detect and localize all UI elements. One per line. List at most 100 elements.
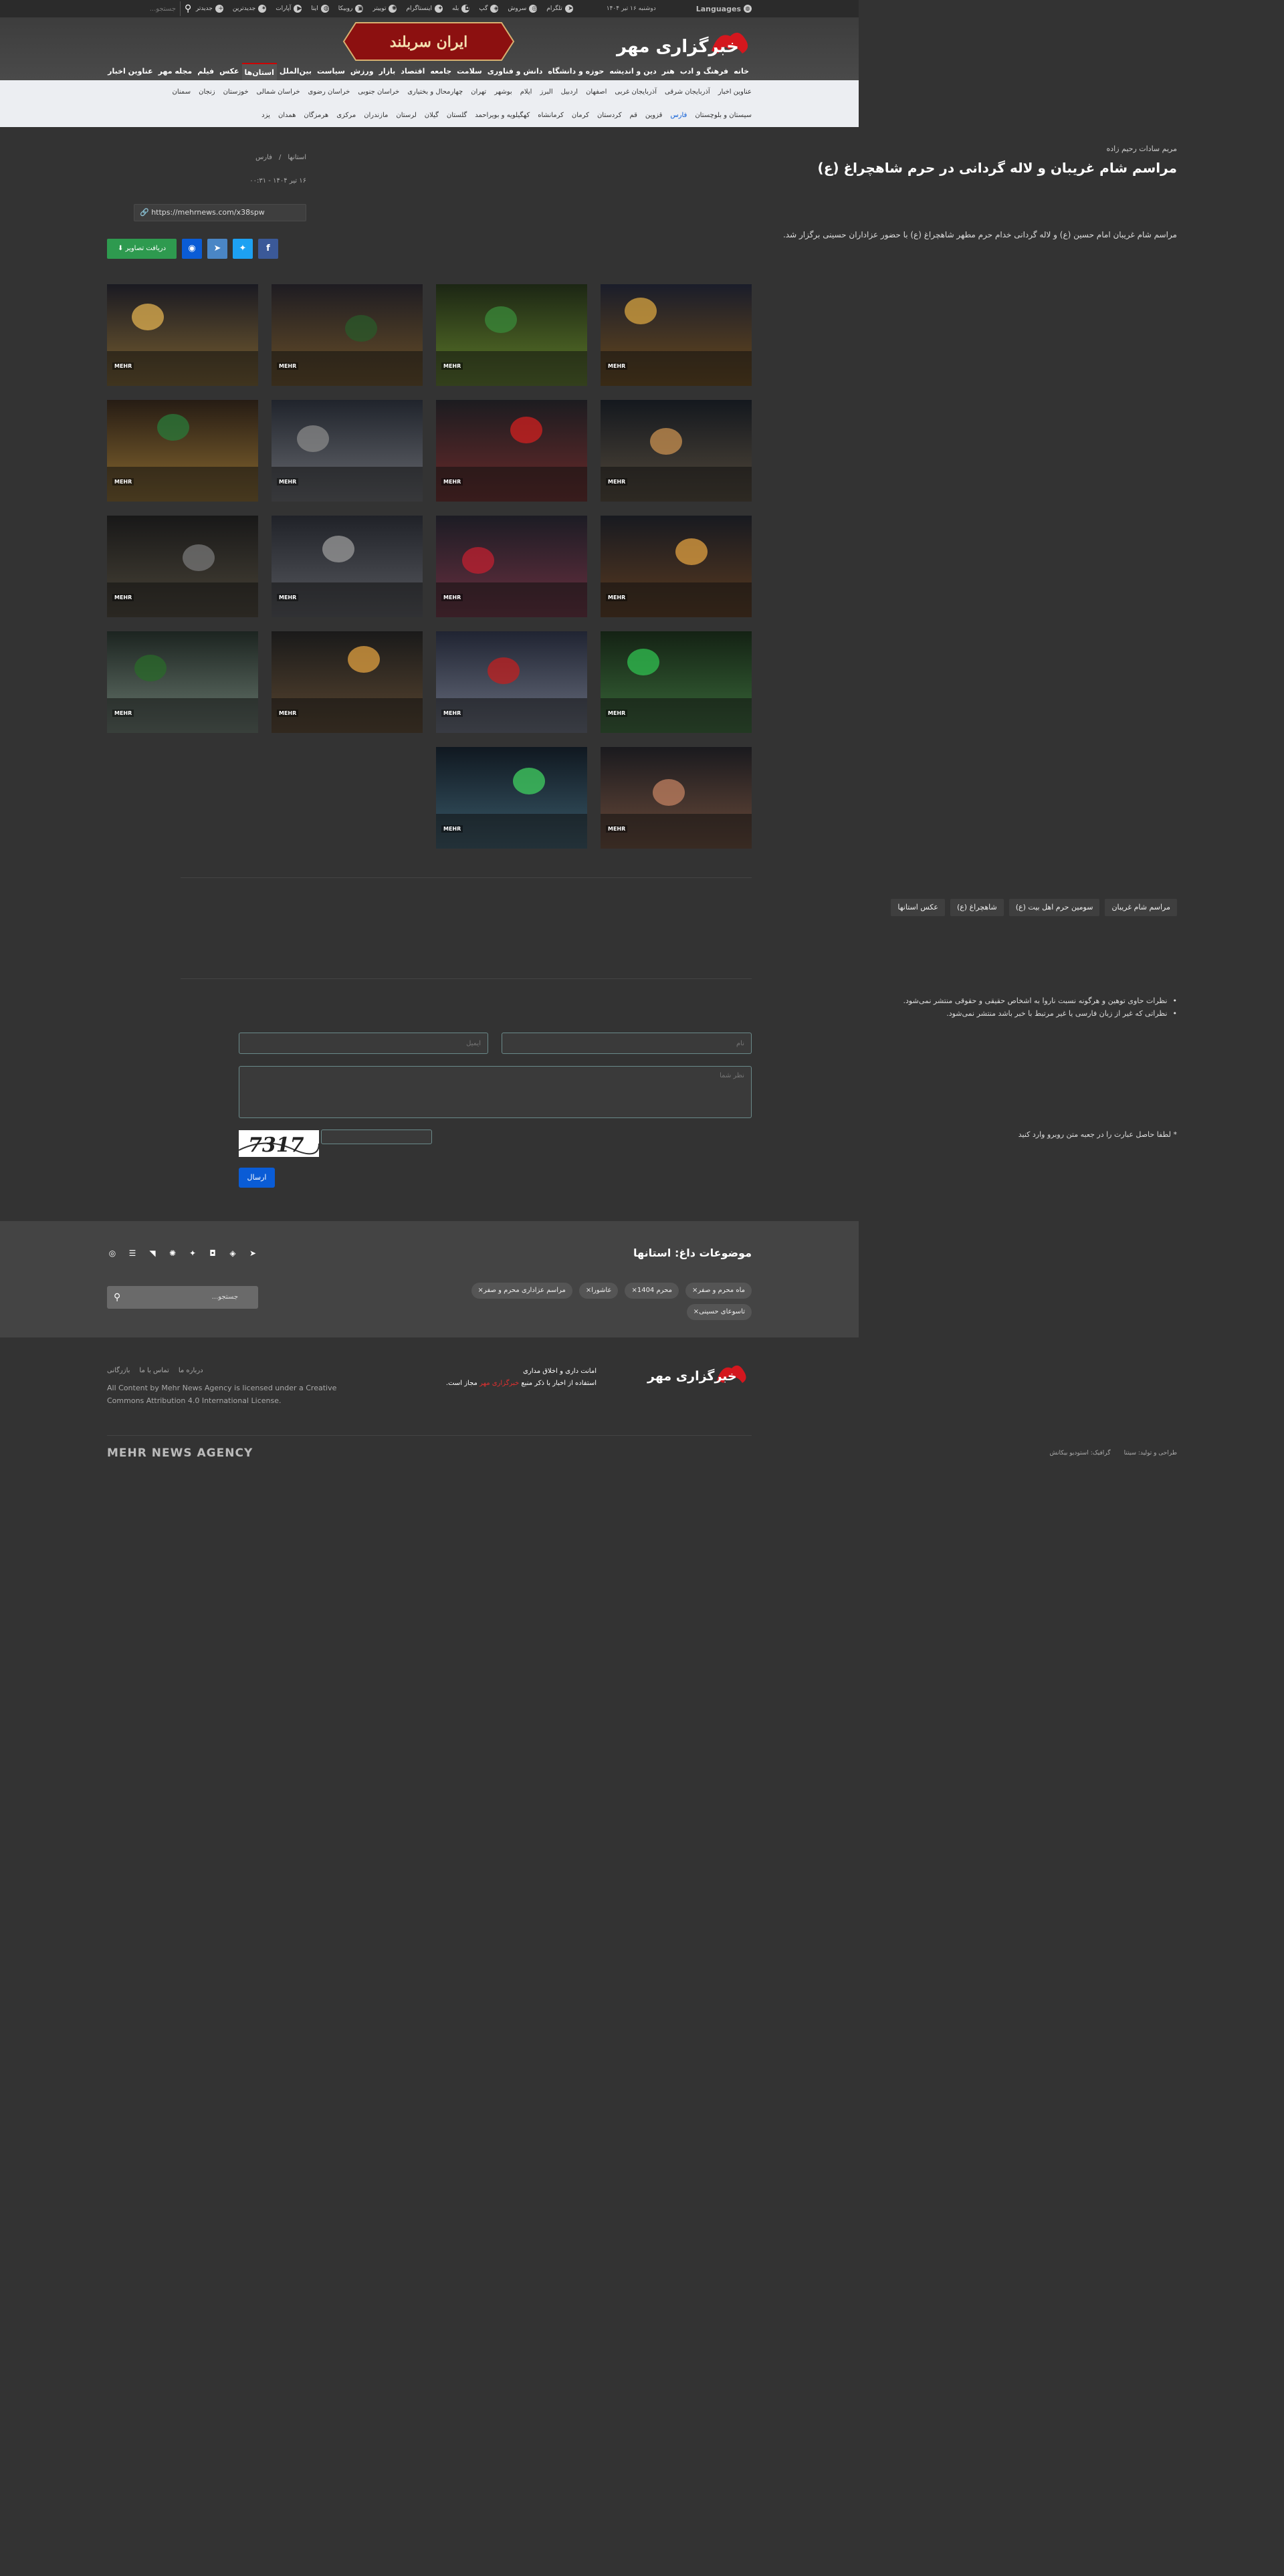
telegram-icon[interactable]: ➤: [247, 1248, 258, 1259]
nav-item-2[interactable]: هنر: [659, 63, 677, 80]
province-link[interactable]: فارس: [670, 112, 687, 119]
province-link[interactable]: قم: [629, 112, 637, 119]
gallery-photo[interactable]: MEHR: [272, 284, 423, 386]
nav-item-5[interactable]: دانش و فناوری: [485, 63, 546, 80]
gallery-photo[interactable]: MEHR: [272, 400, 423, 502]
gallery-photo[interactable]: MEHR: [601, 747, 752, 849]
province-link[interactable]: سمنان: [173, 88, 191, 96]
social-link-5[interactable]: ✺ توییتر: [372, 5, 397, 13]
telegram-share-button[interactable]: ➤: [207, 239, 227, 259]
province-link[interactable]: خوزستان: [223, 88, 249, 96]
gallery-photo[interactable]: MEHR: [601, 284, 752, 386]
province-link[interactable]: همدان: [278, 112, 296, 119]
province-link[interactable]: خراسان رضوی: [308, 88, 350, 96]
province-link[interactable]: آذربایجان غربی: [615, 88, 657, 96]
list-icon[interactable]: ☰: [127, 1248, 138, 1259]
social-link-7[interactable]: ◍ ایتا: [311, 5, 329, 13]
contact-link[interactable]: تماس با ما: [139, 1367, 169, 1374]
province-link[interactable]: کرمانشاه: [538, 112, 564, 119]
tag-link[interactable]: شاهچراغ (ع): [950, 899, 1004, 916]
twitter-icon[interactable]: ✦: [187, 1248, 198, 1259]
gallery-photo[interactable]: MEHR: [436, 631, 587, 733]
gallery-photo[interactable]: MEHR: [272, 516, 423, 617]
nav-item-11[interactable]: سیاست: [314, 63, 348, 80]
hot-topic-tag[interactable]: تاسوعای حسینی×: [686, 1304, 752, 1320]
send-comment-button[interactable]: ارسال: [239, 1168, 275, 1188]
nav-item-3[interactable]: دین و اندیشه: [607, 63, 659, 80]
hot-topic-tag[interactable]: محرم 1404×: [625, 1283, 679, 1299]
gallery-photo[interactable]: MEHR: [601, 400, 752, 502]
social-link-9[interactable]: ✶ جدیدترین: [233, 5, 267, 13]
province-link[interactable]: سیستان و بلوچستان: [695, 112, 752, 119]
gallery-photo[interactable]: MEHR: [436, 516, 587, 617]
about-link[interactable]: درباره ما: [179, 1367, 203, 1374]
languages-button[interactable]: ◍ Languages: [696, 5, 752, 13]
whatsapp-share-button[interactable]: ◉: [182, 239, 202, 259]
social-link-2[interactable]: ◈ گپ: [479, 5, 499, 13]
search-input[interactable]: [107, 1, 181, 16]
bale-icon[interactable]: ◈: [227, 1248, 238, 1259]
twitter-share-button[interactable]: ✦: [233, 239, 253, 259]
province-link[interactable]: ایلام: [520, 88, 532, 96]
nav-item-1[interactable]: فرهنگ و ادب: [677, 63, 731, 80]
notice-highlight[interactable]: خبرگزاری مهر: [479, 1380, 519, 1387]
nav-item-15[interactable]: فیلم: [195, 63, 217, 80]
social-link-0[interactable]: ➤ تلگرام: [546, 5, 573, 13]
gallery-photo[interactable]: MEHR: [107, 400, 258, 502]
province-link[interactable]: کهگیلویه و بویراحمد: [475, 112, 530, 119]
hot-topic-tag[interactable]: عاشورا×: [578, 1283, 619, 1299]
province-link[interactable]: تهران: [471, 88, 486, 96]
province-link[interactable]: اردبیل: [561, 88, 578, 96]
search-icon[interactable]: ⚲: [185, 3, 191, 14]
gallery-photo[interactable]: MEHR: [436, 747, 587, 849]
breadcrumb-provinces[interactable]: استانها: [288, 154, 306, 161]
nav-item-14[interactable]: عکس: [217, 63, 241, 80]
nav-item-6[interactable]: سلامت: [454, 63, 485, 80]
social-link-3[interactable]: ◘ بله: [452, 5, 470, 13]
gallery-photo[interactable]: MEHR: [601, 516, 752, 617]
gallery-photo[interactable]: MEHR: [107, 631, 258, 733]
province-link[interactable]: مرکزی: [336, 112, 356, 119]
facebook-share-button[interactable]: f: [258, 239, 278, 259]
instagram-icon[interactable]: ◘: [207, 1248, 218, 1259]
name-field[interactable]: [502, 1033, 752, 1054]
eitaa-icon[interactable]: ✺: [167, 1248, 178, 1259]
province-link[interactable]: گیلان: [425, 112, 439, 119]
nav-item-16[interactable]: مجله مهر: [156, 63, 195, 80]
province-link[interactable]: کردستان: [597, 112, 622, 119]
nav-item-4[interactable]: حوزه و دانشگاه: [545, 63, 607, 80]
social-link-4[interactable]: ✦ اینستاگرام: [406, 5, 443, 13]
gallery-photo[interactable]: MEHR: [436, 284, 587, 386]
province-link[interactable]: البرز: [540, 88, 552, 96]
aparat-icon[interactable]: ◎: [107, 1248, 118, 1259]
design-link[interactable]: سیتنا: [1124, 1450, 1136, 1457]
province-link[interactable]: زنجان: [199, 88, 215, 96]
tag-search-link[interactable]: + جدیدتر: [196, 5, 223, 13]
social-link-1[interactable]: ◎ سروش: [508, 5, 538, 13]
nav-item-9[interactable]: بازار: [377, 63, 399, 80]
province-link[interactable]: قزوین: [645, 112, 663, 119]
province-link[interactable]: لرستان: [396, 112, 416, 119]
gallery-photo[interactable]: MEHR: [107, 284, 258, 386]
province-link[interactable]: آذربایجان شرقی: [665, 88, 710, 96]
nav-item-0[interactable]: خانه: [731, 63, 752, 80]
province-link[interactable]: مازندران: [364, 112, 388, 119]
license-text[interactable]: All Content by Mehr News Agency is licen…: [107, 1382, 361, 1407]
province-link[interactable]: هرمزگان: [304, 112, 328, 119]
hot-topic-tag[interactable]: ماه محرم و صفر×: [685, 1283, 752, 1299]
gallery-photo[interactable]: MEHR: [272, 631, 423, 733]
rss-icon[interactable]: ◥: [147, 1248, 158, 1259]
gallery-photo[interactable]: MEHR: [107, 516, 258, 617]
social-link-6[interactable]: ▣ روبیکا: [338, 5, 364, 13]
mehr-logo[interactable]: خبرگزاری مهر: [611, 24, 752, 63]
comment-textarea[interactable]: [239, 1066, 752, 1118]
footer-logo[interactable]: خبرگزاری مهر: [645, 1358, 752, 1391]
nav-item-17[interactable]: عناوین اخبار: [105, 63, 155, 80]
tag-link[interactable]: سومین حرم اهل بیت (ع): [1008, 899, 1100, 916]
province-link[interactable]: گلستان: [447, 112, 467, 119]
campaign-banner[interactable]: ایران سربلند: [342, 19, 515, 64]
tag-link[interactable]: عکس استانها: [891, 899, 945, 916]
province-link[interactable]: اصفهان: [586, 88, 607, 96]
province-link[interactable]: خراسان شمالی: [257, 88, 300, 96]
download-images-button[interactable]: ⬇ دریافت تصاویر: [107, 239, 177, 259]
